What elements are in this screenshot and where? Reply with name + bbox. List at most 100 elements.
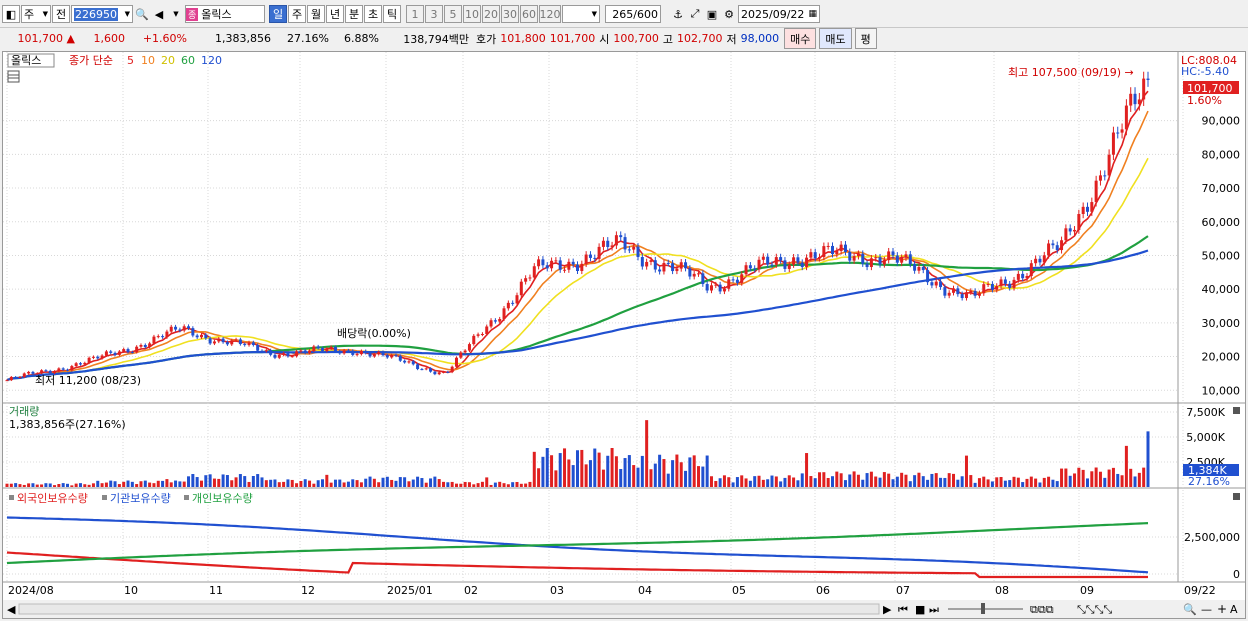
period-tab-tick[interactable]: 틱 [383,5,401,23]
zoom-search-icon[interactable]: 🔍 [1183,602,1197,616]
ask-price: 101,800 [500,32,546,45]
volume-bar [943,477,947,487]
code-input[interactable]: 226950 ▼ [71,5,133,23]
candle [178,329,182,331]
candle [869,258,873,268]
volume-bar [316,480,320,487]
interval-10[interactable]: 10 [463,5,481,23]
chevron-down-icon[interactable]: ▼ [168,6,184,22]
candle [930,282,934,286]
interval-120[interactable]: 120 [539,5,561,23]
stop-icon[interactable]: ■ [915,603,925,616]
candle [805,257,809,268]
candle [57,368,61,372]
font-size-icon[interactable]: A [1230,603,1238,616]
low-label: 저 [726,32,737,46]
scrollbar-track[interactable] [18,603,880,615]
up-arrow-icon: ▲ [66,32,75,45]
candle [1038,258,1042,263]
interval-input[interactable]: ▼ [562,5,600,23]
interval-60[interactable]: 60 [520,5,538,23]
volume-bar [939,477,943,487]
avg-button[interactable]: 평 [854,28,877,49]
volume-bar [904,474,908,487]
volume-bar [139,481,143,487]
candle [498,319,502,322]
period-tab-day[interactable]: 일 [269,5,287,23]
volume-bar [221,474,225,487]
candle [830,245,834,255]
zoom-in-icon[interactable]: + [1217,602,1227,616]
interval-5[interactable]: 5 [444,5,462,23]
candle [467,344,471,351]
interval-3[interactable]: 3 [425,5,443,23]
volume-bar [718,478,722,487]
volume-bar [502,483,506,487]
table-icon[interactable] [7,70,20,83]
candle [31,371,35,374]
candle [913,264,917,271]
draw-tools-icon[interactable]: ⤡⤡⤡⤡ [1077,603,1112,616]
candle [1021,273,1025,279]
sell-button[interactable]: 매도 [819,28,852,49]
volume-bar [800,473,804,487]
date-input[interactable]: 2025/09/22 ▦ [738,5,820,23]
candle [744,265,748,275]
candle [96,356,100,359]
volume-bar [839,473,843,487]
prev-button[interactable]: 전 [52,5,70,23]
candle [148,343,152,348]
volume-bar [835,471,839,487]
candle [169,326,173,332]
type-dropdown[interactable]: 주 ▼ [21,5,51,23]
gear-icon[interactable]: ⚙ [721,6,737,22]
price-chart[interactable]: 올릭스 종가 단순 5 10 20 60 120 LC:808.04 HC:-5… [3,52,1245,618]
period-tab-second[interactable]: 초 [364,5,382,23]
volume-bar [753,476,757,487]
candle [299,350,303,352]
candle-icon[interactable]: ⚓ [670,6,686,22]
layout-icon[interactable]: ⧉⧉⧉ [1030,603,1054,616]
interval-1[interactable]: 1 [406,5,424,23]
candle [269,350,273,355]
candle [567,261,571,270]
candle [865,263,869,268]
candle [835,251,839,255]
scroll-left-icon[interactable]: ◀ [7,603,16,616]
candle [856,253,860,257]
candle [584,254,588,264]
volume-bar [70,485,74,487]
volume-bar [143,480,147,487]
save-icon[interactable]: ▣ [704,6,720,22]
period-tab-year[interactable]: 년 [326,5,344,23]
scroll-right-icon[interactable]: ▶ [883,603,892,616]
search-icon[interactable]: 🔍 [134,6,150,22]
count-input[interactable]: 265/600 [605,5,661,23]
x-axis-label: 04 [638,584,652,597]
zoom-out-icon[interactable]: — [1201,603,1212,616]
volume-bar [333,479,337,487]
stock-name-field[interactable]: 종 올릭스 [185,5,265,23]
jump-start-icon[interactable]: ⏮ [898,603,908,616]
candle [282,353,286,355]
speaker-icon[interactable]: ◀ [151,6,167,22]
close-panel-icon[interactable] [1233,407,1240,414]
interval-20[interactable]: 20 [482,5,500,23]
period-tab-week[interactable]: 주 [288,5,306,23]
line-draw-icon[interactable]: ⤢ [687,6,703,22]
period-tab-minute[interactable]: 분 [345,5,363,23]
volume-bar [14,483,18,487]
volume-bar [757,475,761,487]
zoom-slider-handle[interactable] [981,603,985,614]
candle [1103,175,1107,177]
volume-bar [303,479,307,487]
candle [390,355,394,358]
period-tab-month[interactable]: 월 [307,5,325,23]
price-y-tick: 50,000 [1202,249,1241,262]
interval-30[interactable]: 30 [501,5,519,23]
holding-y-ticks: 2,500,000 0 [1184,531,1240,581]
window-layout-icon[interactable]: ◧ [2,5,20,23]
buy-button[interactable]: 매수 [784,28,817,49]
jump-end-icon[interactable]: ⏭ [929,603,939,616]
close-panel-icon[interactable] [1233,493,1240,500]
